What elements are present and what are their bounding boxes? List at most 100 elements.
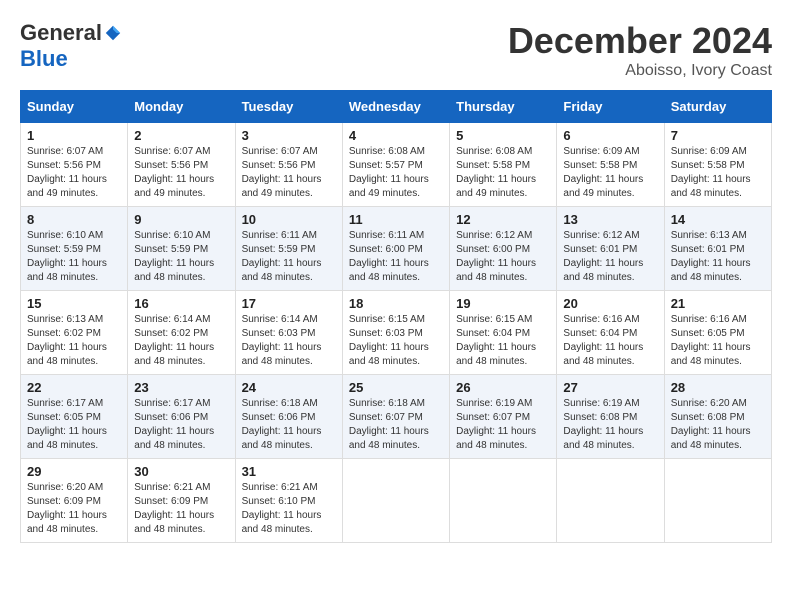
day-number: 21	[671, 296, 765, 311]
col-thursday: Thursday	[450, 91, 557, 123]
day-number: 13	[563, 212, 657, 227]
day-number: 11	[349, 212, 443, 227]
table-cell: 26 Sunrise: 6:19 AMSunset: 6:07 PMDaylig…	[450, 375, 557, 459]
day-info: Sunrise: 6:17 AMSunset: 6:06 PMDaylight:…	[134, 397, 228, 453]
table-cell: 8 Sunrise: 6:10 AMSunset: 5:59 PMDayligh…	[21, 207, 128, 291]
day-number: 6	[563, 128, 657, 143]
table-cell: 9 Sunrise: 6:10 AMSunset: 5:59 PMDayligh…	[128, 207, 235, 291]
day-number: 24	[242, 380, 336, 395]
table-cell: 31 Sunrise: 6:21 AMSunset: 6:10 PMDaylig…	[235, 459, 342, 543]
day-number: 1	[27, 128, 121, 143]
day-info: Sunrise: 6:11 AMSunset: 6:00 PMDaylight:…	[349, 229, 443, 285]
day-number: 17	[242, 296, 336, 311]
title-block: December 2024 Aboisso, Ivory Coast	[508, 20, 772, 80]
table-cell: 14 Sunrise: 6:13 AMSunset: 6:01 PMDaylig…	[664, 207, 771, 291]
day-info: Sunrise: 6:20 AMSunset: 6:08 PMDaylight:…	[671, 397, 765, 453]
day-info: Sunrise: 6:13 AMSunset: 6:02 PMDaylight:…	[27, 313, 121, 369]
table-cell: 1 Sunrise: 6:07 AMSunset: 5:56 PMDayligh…	[21, 123, 128, 207]
col-sunday: Sunday	[21, 91, 128, 123]
table-cell	[450, 459, 557, 543]
table-cell: 20 Sunrise: 6:16 AMSunset: 6:04 PMDaylig…	[557, 291, 664, 375]
calendar-row: 8 Sunrise: 6:10 AMSunset: 5:59 PMDayligh…	[21, 207, 772, 291]
col-monday: Monday	[128, 91, 235, 123]
calendar-header-row: Sunday Monday Tuesday Wednesday Thursday…	[21, 91, 772, 123]
table-cell: 15 Sunrise: 6:13 AMSunset: 6:02 PMDaylig…	[21, 291, 128, 375]
day-info: Sunrise: 6:16 AMSunset: 6:04 PMDaylight:…	[563, 313, 657, 369]
calendar-row: 1 Sunrise: 6:07 AMSunset: 5:56 PMDayligh…	[21, 123, 772, 207]
day-number: 2	[134, 128, 228, 143]
day-number: 8	[27, 212, 121, 227]
day-info: Sunrise: 6:19 AMSunset: 6:08 PMDaylight:…	[563, 397, 657, 453]
page-header: General Blue December 2024 Aboisso, Ivor…	[20, 20, 772, 80]
logo-blue-text: Blue	[20, 46, 68, 71]
day-info: Sunrise: 6:10 AMSunset: 5:59 PMDaylight:…	[27, 229, 121, 285]
day-number: 7	[671, 128, 765, 143]
day-info: Sunrise: 6:12 AMSunset: 6:00 PMDaylight:…	[456, 229, 550, 285]
col-friday: Friday	[557, 91, 664, 123]
calendar-row: 29 Sunrise: 6:20 AMSunset: 6:09 PMDaylig…	[21, 459, 772, 543]
day-number: 5	[456, 128, 550, 143]
logo-icon	[104, 24, 122, 42]
table-cell	[557, 459, 664, 543]
table-cell: 19 Sunrise: 6:15 AMSunset: 6:04 PMDaylig…	[450, 291, 557, 375]
day-number: 15	[27, 296, 121, 311]
day-info: Sunrise: 6:09 AMSunset: 5:58 PMDaylight:…	[563, 145, 657, 201]
table-cell: 23 Sunrise: 6:17 AMSunset: 6:06 PMDaylig…	[128, 375, 235, 459]
day-info: Sunrise: 6:21 AMSunset: 6:09 PMDaylight:…	[134, 481, 228, 537]
calendar-table: Sunday Monday Tuesday Wednesday Thursday…	[20, 90, 772, 543]
day-info: Sunrise: 6:15 AMSunset: 6:03 PMDaylight:…	[349, 313, 443, 369]
table-cell: 5 Sunrise: 6:08 AMSunset: 5:58 PMDayligh…	[450, 123, 557, 207]
day-number: 31	[242, 464, 336, 479]
day-number: 19	[456, 296, 550, 311]
table-cell	[664, 459, 771, 543]
calendar-row: 22 Sunrise: 6:17 AMSunset: 6:05 PMDaylig…	[21, 375, 772, 459]
col-wednesday: Wednesday	[342, 91, 449, 123]
day-info: Sunrise: 6:07 AMSunset: 5:56 PMDaylight:…	[27, 145, 121, 201]
day-number: 29	[27, 464, 121, 479]
day-number: 25	[349, 380, 443, 395]
table-cell: 21 Sunrise: 6:16 AMSunset: 6:05 PMDaylig…	[664, 291, 771, 375]
day-number: 26	[456, 380, 550, 395]
day-info: Sunrise: 6:08 AMSunset: 5:58 PMDaylight:…	[456, 145, 550, 201]
day-number: 28	[671, 380, 765, 395]
table-cell: 25 Sunrise: 6:18 AMSunset: 6:07 PMDaylig…	[342, 375, 449, 459]
day-info: Sunrise: 6:14 AMSunset: 6:02 PMDaylight:…	[134, 313, 228, 369]
day-info: Sunrise: 6:08 AMSunset: 5:57 PMDaylight:…	[349, 145, 443, 201]
table-cell: 7 Sunrise: 6:09 AMSunset: 5:58 PMDayligh…	[664, 123, 771, 207]
location-text: Aboisso, Ivory Coast	[508, 62, 772, 80]
table-cell: 10 Sunrise: 6:11 AMSunset: 5:59 PMDaylig…	[235, 207, 342, 291]
day-number: 16	[134, 296, 228, 311]
day-info: Sunrise: 6:11 AMSunset: 5:59 PMDaylight:…	[242, 229, 336, 285]
day-number: 20	[563, 296, 657, 311]
table-cell: 16 Sunrise: 6:14 AMSunset: 6:02 PMDaylig…	[128, 291, 235, 375]
table-cell: 28 Sunrise: 6:20 AMSunset: 6:08 PMDaylig…	[664, 375, 771, 459]
table-cell: 12 Sunrise: 6:12 AMSunset: 6:00 PMDaylig…	[450, 207, 557, 291]
day-info: Sunrise: 6:14 AMSunset: 6:03 PMDaylight:…	[242, 313, 336, 369]
table-cell: 24 Sunrise: 6:18 AMSunset: 6:06 PMDaylig…	[235, 375, 342, 459]
day-number: 23	[134, 380, 228, 395]
col-tuesday: Tuesday	[235, 91, 342, 123]
day-info: Sunrise: 6:18 AMSunset: 6:06 PMDaylight:…	[242, 397, 336, 453]
table-cell: 13 Sunrise: 6:12 AMSunset: 6:01 PMDaylig…	[557, 207, 664, 291]
day-info: Sunrise: 6:15 AMSunset: 6:04 PMDaylight:…	[456, 313, 550, 369]
table-cell: 29 Sunrise: 6:20 AMSunset: 6:09 PMDaylig…	[21, 459, 128, 543]
table-cell: 4 Sunrise: 6:08 AMSunset: 5:57 PMDayligh…	[342, 123, 449, 207]
day-number: 12	[456, 212, 550, 227]
day-info: Sunrise: 6:09 AMSunset: 5:58 PMDaylight:…	[671, 145, 765, 201]
day-info: Sunrise: 6:12 AMSunset: 6:01 PMDaylight:…	[563, 229, 657, 285]
table-cell: 2 Sunrise: 6:07 AMSunset: 5:56 PMDayligh…	[128, 123, 235, 207]
table-cell: 11 Sunrise: 6:11 AMSunset: 6:00 PMDaylig…	[342, 207, 449, 291]
col-saturday: Saturday	[664, 91, 771, 123]
day-number: 4	[349, 128, 443, 143]
day-number: 14	[671, 212, 765, 227]
day-number: 18	[349, 296, 443, 311]
day-number: 22	[27, 380, 121, 395]
day-number: 30	[134, 464, 228, 479]
day-info: Sunrise: 6:13 AMSunset: 6:01 PMDaylight:…	[671, 229, 765, 285]
day-info: Sunrise: 6:20 AMSunset: 6:09 PMDaylight:…	[27, 481, 121, 537]
table-cell: 6 Sunrise: 6:09 AMSunset: 5:58 PMDayligh…	[557, 123, 664, 207]
table-cell	[342, 459, 449, 543]
table-cell: 17 Sunrise: 6:14 AMSunset: 6:03 PMDaylig…	[235, 291, 342, 375]
day-number: 10	[242, 212, 336, 227]
day-number: 9	[134, 212, 228, 227]
